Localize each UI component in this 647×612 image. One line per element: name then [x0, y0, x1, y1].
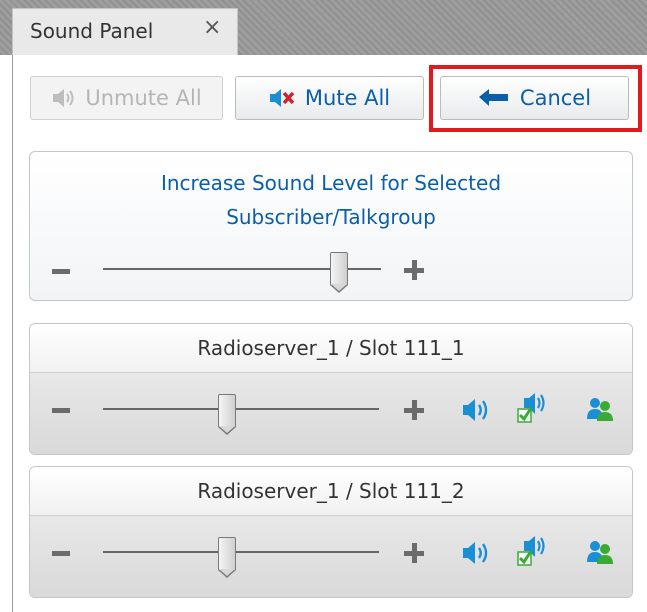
decrease-volume-button[interactable]	[52, 408, 70, 413]
speaker-muted-icon	[269, 88, 295, 108]
decrease-volume-button[interactable]	[52, 551, 70, 556]
talkgroup-icon[interactable]	[586, 540, 616, 568]
tab-bar: Sound Panel ×	[0, 0, 647, 55]
subscriber-name: Radioserver_1 / Slot 111_2	[30, 467, 632, 516]
increase-volume-button[interactable]	[404, 400, 424, 420]
increase-sound-title: Increase Sound Level for Selected Subscr…	[30, 166, 632, 234]
unmute-all-label: Unmute All	[85, 86, 202, 110]
subscriber-panel: Radioserver_1 / Slot 111_2	[29, 466, 633, 598]
increase-sound-title-line1: Increase Sound Level for Selected	[160, 171, 502, 195]
subscriber-panel: Radioserver_1 / Slot 111_1	[29, 323, 633, 455]
volume-slider-track[interactable]	[103, 551, 379, 553]
increase-sound-title-line2: Subscriber/Talkgroup	[226, 205, 436, 229]
volume-slider-track[interactable]	[103, 408, 379, 410]
increase-sound-panel: Increase Sound Level for Selected Subscr…	[29, 151, 633, 301]
increase-volume-button[interactable]	[404, 543, 424, 563]
speaker-check-icon[interactable]	[517, 392, 549, 428]
volume-slider-thumb[interactable]	[330, 252, 349, 293]
volume-slider-thumb[interactable]	[218, 537, 237, 578]
speaker-check-icon[interactable]	[517, 535, 549, 571]
decrease-volume-button[interactable]	[52, 269, 70, 274]
speaker-icon[interactable]	[462, 541, 492, 569]
volume-slider-thumb[interactable]	[218, 394, 237, 435]
subscriber-controls	[30, 516, 632, 597]
mute-all-label: Mute All	[304, 86, 391, 110]
unmute-all-button[interactable]: Unmute All	[30, 76, 223, 120]
tab-title: Sound Panel	[30, 19, 154, 43]
talkgroup-icon[interactable]	[586, 397, 616, 425]
subscriber-name: Radioserver_1 / Slot 111_1	[30, 324, 632, 373]
increase-volume-button[interactable]	[404, 260, 424, 280]
subscriber-controls	[30, 373, 632, 454]
mute-all-button[interactable]: Mute All	[235, 76, 424, 120]
speaker-icon[interactable]	[462, 398, 492, 426]
cancel-highlight-frame	[429, 65, 642, 132]
close-icon[interactable]: ×	[203, 17, 221, 39]
speaker-icon	[51, 88, 75, 108]
tab-sound-panel[interactable]: Sound Panel ×	[12, 8, 238, 55]
sound-panel-content: Unmute All Mute All Cancel Increase Soun…	[12, 55, 647, 612]
